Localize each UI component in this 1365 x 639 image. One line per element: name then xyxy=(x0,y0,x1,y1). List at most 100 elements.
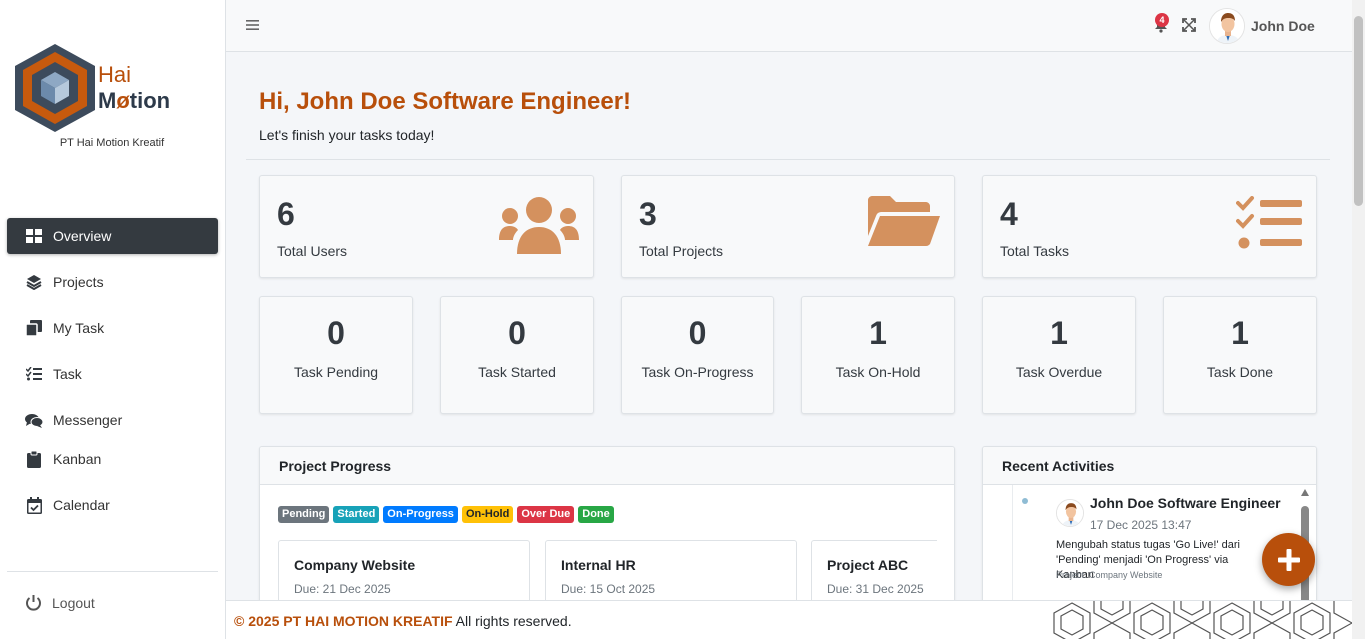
sidebar-item-calendar[interactable]: Calendar xyxy=(7,487,218,523)
folder-open-icon xyxy=(868,196,940,251)
stat-value: 4 xyxy=(1000,196,1018,232)
copyright: © 2025 PT HAI MOTION KREATIF xyxy=(234,613,453,629)
sidebar-item-projects[interactable]: Projects xyxy=(7,264,218,300)
stat-label: Task Done xyxy=(1206,364,1274,380)
status-legend: Pending Started On-Progress On-Hold Over… xyxy=(278,506,614,523)
project-name: Project ABC xyxy=(827,557,909,573)
sidebar-item-label: Kanban xyxy=(53,451,102,467)
power-icon xyxy=(25,594,42,611)
project-card[interactable]: Project ABC Due: 31 Dec 2025 xyxy=(811,540,937,605)
task-started-card: 0 Task Started xyxy=(440,296,594,414)
sidebar-item-overview[interactable]: Overview xyxy=(7,218,218,254)
scroll-up-icon[interactable] xyxy=(1301,489,1309,496)
sidebar-item-kanban[interactable]: Kanban xyxy=(7,441,218,477)
logout-button[interactable]: Logout xyxy=(25,594,95,611)
sidebar-divider xyxy=(7,571,218,572)
stat-label: Task Started xyxy=(478,364,556,380)
clone-icon xyxy=(25,319,43,337)
task-pending-card: 0 Task Pending xyxy=(259,296,413,414)
activity-time: 17 Dec 2025 13:47 xyxy=(1090,518,1192,532)
recent-activities-panel: Recent Activities John Doe Software Engi… xyxy=(982,446,1317,606)
sidebar-item-label: My Task xyxy=(53,320,105,336)
topbar: 4 John Doe xyxy=(226,0,1352,52)
stat-label: Task Overdue xyxy=(1015,364,1103,380)
rights: All rights reserved. xyxy=(452,613,572,629)
plus-icon xyxy=(1277,548,1300,571)
legend-started: Started xyxy=(333,506,380,523)
activity-user: John Doe Software Engineer xyxy=(1090,495,1281,511)
user-avatar[interactable] xyxy=(1209,8,1245,44)
company-name: PT Hai Motion Kreatif xyxy=(59,137,165,149)
legend-over-due: Over Due xyxy=(517,506,575,523)
fullscreen-icon[interactable] xyxy=(1182,18,1196,37)
panel-title: Project Progress xyxy=(260,447,954,485)
legend-on-progress: On-Progress xyxy=(383,506,458,523)
brand-line2: Møtion xyxy=(98,88,171,113)
stat-value: 0 xyxy=(508,315,526,351)
total-projects-card: 3 Total Projects xyxy=(621,175,955,278)
sidebar-item-task[interactable]: Task xyxy=(7,356,218,392)
project-progress-body: Pending Started On-Progress On-Hold Over… xyxy=(260,485,954,605)
stat-label: Task Pending xyxy=(293,364,379,380)
stat-label: Task On-Progress xyxy=(641,364,754,380)
page-scrollbar[interactable] xyxy=(1352,0,1365,639)
total-tasks-card: 4 Total Tasks xyxy=(982,175,1317,278)
page-subtitle: Let's finish your tasks today! xyxy=(259,127,435,143)
legend-on-hold: On-Hold xyxy=(461,506,514,523)
stat-value: 3 xyxy=(639,196,657,232)
project-due: Due: 21 Dec 2025 xyxy=(294,582,391,596)
stat-value: 1 xyxy=(869,315,887,351)
task-on-progress-card: 0 Task On-Progress xyxy=(621,296,774,414)
legend-done: Done xyxy=(578,506,614,523)
panel-title: Recent Activities xyxy=(983,447,1316,485)
stat-label: Task On-Hold xyxy=(835,364,921,380)
user-name[interactable]: John Doe xyxy=(1251,18,1315,34)
add-button[interactable] xyxy=(1262,533,1315,586)
task-done-card: 1 Task Done xyxy=(1163,296,1317,414)
logout-label: Logout xyxy=(52,594,95,611)
sidebar-item-label: Calendar xyxy=(53,497,110,513)
divider xyxy=(246,159,1330,160)
total-users-card: 6 Total Users xyxy=(259,175,594,278)
notification-button[interactable]: 4 xyxy=(1154,13,1169,38)
activity-project: Project: Company Website xyxy=(1056,570,1163,580)
task-on-hold-card: 1 Task On-Hold xyxy=(801,296,955,414)
project-due: Due: 31 Dec 2025 xyxy=(827,582,924,596)
footer: © 2025 PT HAI MOTION KREATIF All rights … xyxy=(226,600,1352,639)
stat-label: Total Tasks xyxy=(1000,243,1069,259)
sidebar-item-label: Projects xyxy=(53,274,104,290)
timeline-line xyxy=(1012,485,1013,605)
grid-icon xyxy=(25,227,43,245)
stat-label: Total Projects xyxy=(639,243,724,259)
project-card[interactable]: Internal HR Due: 15 Oct 2025 xyxy=(545,540,797,605)
sidebar-item-label: Task xyxy=(53,366,82,382)
project-name: Company Website xyxy=(294,557,416,573)
brand-line1: Hai xyxy=(98,62,132,87)
stat-label: Total Users xyxy=(277,243,348,259)
menu-toggle-icon[interactable] xyxy=(246,18,259,36)
users-icon xyxy=(499,196,579,259)
sidebar-item-messenger[interactable]: Messenger xyxy=(7,402,218,438)
project-name: Internal HR xyxy=(561,557,636,573)
project-progress-panel: Project Progress Pending Started On-Prog… xyxy=(259,446,955,606)
sidebar: Hai Møtion PT Hai Motion Kreatif Overvie… xyxy=(0,0,226,639)
sidebar-item-label: Messenger xyxy=(53,412,123,428)
tasks-icon xyxy=(1236,196,1302,257)
calendar-check-icon xyxy=(25,496,43,514)
avatar xyxy=(1056,499,1084,527)
stat-value: 1 xyxy=(1050,315,1068,351)
clipboard-icon xyxy=(25,450,43,468)
brand-logo[interactable]: Hai Møtion PT Hai Motion Kreatif xyxy=(12,42,212,152)
page-title: Hi, John Doe Software Engineer! xyxy=(259,88,632,115)
page-scrollbar-thumb[interactable] xyxy=(1354,16,1363,206)
project-card[interactable]: Company Website Due: 21 Dec 2025 xyxy=(278,540,530,605)
layers-icon xyxy=(25,273,43,291)
brand-name: Hai Møtion xyxy=(98,62,170,114)
stat-value: 1 xyxy=(1231,315,1249,351)
project-due: Due: 15 Oct 2025 xyxy=(561,582,656,596)
timeline-dot xyxy=(1022,498,1028,504)
sidebar-item-my-task[interactable]: My Task xyxy=(7,310,218,346)
decorative-pattern xyxy=(1053,601,1352,639)
logo-icon xyxy=(15,44,95,132)
task-overdue-card: 1 Task Overdue xyxy=(982,296,1136,414)
